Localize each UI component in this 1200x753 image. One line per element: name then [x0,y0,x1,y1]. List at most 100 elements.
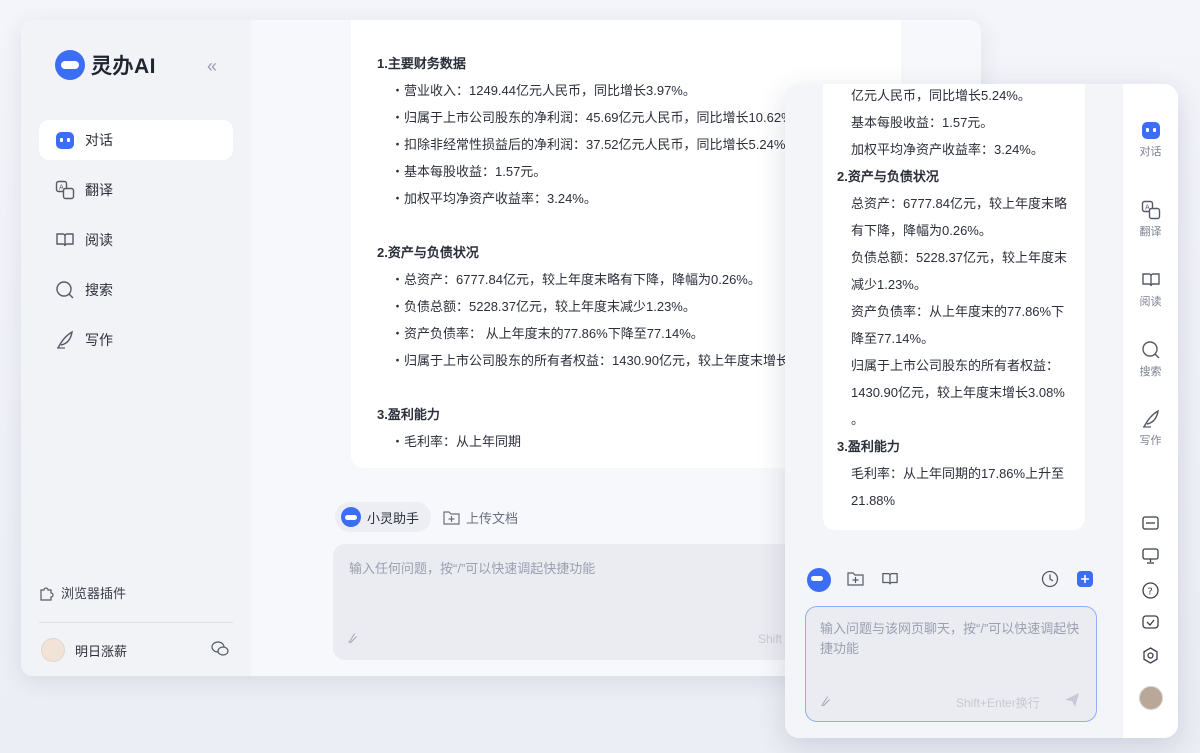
assistant-logo-icon [341,507,361,527]
rail-label: 写作 [1139,435,1162,447]
sidebar-item-translate[interactable]: A 翻译 [39,170,233,210]
rail-label: 阅读 [1139,296,1162,308]
text-line: 1430.90亿元，较上年度末增长3.08% [851,385,1065,400]
text-line: 。 [851,412,865,427]
svg-text:A: A [1145,204,1150,212]
history-icon[interactable] [1041,570,1059,588]
user-profile[interactable]: 明日涨薪 [41,638,127,662]
sidebar: 灵办AI « 对话 A 翻译 阅读 搜索 写作 浏览器插件 明日涨薪 [21,20,251,676]
upload-document-button[interactable]: 上传文档 [443,508,518,527]
puzzle-icon [39,585,55,601]
magic-wand-icon[interactable]: ⁄̷ [351,630,353,646]
text-line: ・基本每股收益：1.57元。 [391,164,547,179]
input-placeholder: 输入任何问题，按“/”可以快速调起快捷功能 [349,561,596,576]
answer-text: 1.主要财务数据・营业收入：1249.44亿元人民币，同比增长3.97%。・归属… [377,50,806,455]
folder-plus-icon[interactable] [847,571,864,586]
rail-label: 搜索 [1139,366,1162,378]
text-line: 有下降，降幅为0.26%。 [851,223,992,238]
sidebar-item-search[interactable]: 搜索 [39,270,233,310]
card-icon[interactable] [1123,516,1178,530]
text-line: 负债总额：5228.37亿元，较上年度末 [851,250,1067,265]
avatar [41,638,65,662]
side-chat-area: 亿元人民币，同比增长5.24%。 基本每股收益：1.57元。加权平均净资产收益率：… [785,84,1123,738]
section-heading: 2.资产与负债状况 [377,245,479,260]
assistant-logo-icon[interactable] [807,568,831,592]
feedback-icon[interactable] [1123,615,1178,631]
sidebar-item-label: 写作 [85,332,113,348]
side-panel-window: 亿元人民币，同比增长5.24%。 基本每股收益：1.57元。加权平均净资产收益率：… [785,84,1178,738]
book-icon[interactable] [881,571,899,587]
rail-item-chat[interactable]: 对话 [1123,120,1178,159]
rail-label: 翻译 [1139,226,1162,238]
section-heading: 2.资产与负债状况 [837,169,939,184]
assistant-selector[interactable]: 小灵助手 [335,502,432,532]
side-input-toolbar [807,568,1103,592]
logo-icon [55,50,85,80]
rail-item-search[interactable]: 搜索 [1123,340,1178,379]
text-line: 亿元人民币，同比增长5.24%。 [851,88,1031,103]
text-line: 毛利率：从上年同期的17.86%上升至 [851,466,1065,481]
text-line: ・加权平均净资产收益率：3.24%。 [391,191,597,206]
sidebar-item-chat[interactable]: 对话 [39,120,233,160]
chat-bot-icon [1141,120,1161,140]
rail-item-write[interactable]: 写作 [1123,409,1178,448]
section-heading: 3.盈利能力 [837,439,900,454]
send-icon[interactable] [1064,692,1080,708]
translate-icon: A [55,180,75,200]
book-icon [1141,270,1161,290]
side-answer-text: 亿元人民币，同比增长5.24%。 基本每股收益：1.57元。加权平均净资产收益率：… [837,84,1067,514]
text-line: ・负债总额：5228.37亿元，较上年度末减少1.23%。 [391,299,696,314]
rail-item-translate[interactable]: A 翻译 [1123,200,1178,239]
app-logo[interactable]: 灵办AI [55,50,156,80]
sidebar-item-label: 搜索 [85,282,113,298]
search-icon [1141,340,1161,360]
sidebar-item-write[interactable]: 写作 [39,320,233,360]
side-chat-input[interactable]: 输入问题与该网页聊天，按“/”可以快速调起快捷功能 ⁄̷ Shift+Enter… [805,606,1097,722]
rail-label: 对话 [1139,146,1162,158]
new-chat-icon[interactable] [1076,570,1094,588]
translate-icon: A [1141,200,1161,220]
assistant-label: 小灵助手 [367,510,420,526]
user-name: 明日涨薪 [75,643,128,659]
rail-item-read[interactable]: 阅读 [1123,270,1178,309]
plugin-label: 浏览器插件 [61,586,127,601]
side-rail: 对话 A 翻译 阅读 搜索 写作 ? [1123,84,1178,738]
text-line: ・归属于上市公司股东的净利润：45.69亿元人民币，同比增长10.62%。 [391,110,806,125]
avatar[interactable] [1123,686,1178,710]
svg-text:A: A [59,184,64,192]
section-heading: 1.主要财务数据 [377,56,466,71]
text-line: ・总资产：6777.84亿元，较上年度末略有下降，降幅为0.26%。 [391,272,761,287]
text-line: ・营业收入：1249.44亿元人民币，同比增长3.97%。 [391,83,696,98]
wechat-icon[interactable] [211,641,229,657]
input-toolbar: 小灵助手 上传文档 [335,502,518,532]
magic-wand-icon[interactable]: ⁄̷ [824,693,826,709]
svg-text:?: ? [1148,587,1153,598]
search-icon [55,280,75,300]
chat-bot-icon [55,130,75,150]
text-line: 加权平均净资产收益率：3.24%。 [851,142,1044,157]
settings-icon[interactable] [1123,647,1178,664]
side-input-placeholder: 输入问题与该网页聊天，按“/”可以快速调起快捷功能 [820,621,1080,656]
help-icon[interactable]: ? [1123,582,1178,599]
app-name: 灵办AI [91,55,156,78]
text-line: 资产负债率：从上年度末的77.86%下 [851,304,1065,319]
upload-label: 上传文档 [466,510,519,526]
section-heading: 3.盈利能力 [377,407,440,422]
quill-icon [1141,409,1161,429]
monitor-icon[interactable] [1123,548,1178,564]
collapse-sidebar-icon[interactable]: « [207,56,217,77]
browser-plugin-link[interactable]: 浏览器插件 [39,583,126,602]
sidebar-item-label: 对话 [85,132,113,148]
quill-icon [55,330,75,350]
text-line: 基本每股收益：1.57元。 [851,115,994,130]
text-line: 减少1.23%。 [851,277,927,292]
text-line: ・扣除非经常性损益后的净利润：37.52亿元人民币，同比增长5.24%。 [391,137,799,152]
sidebar-item-label: 阅读 [85,232,113,248]
text-line: 降至77.14%。 [851,331,935,346]
folder-plus-icon [443,510,460,525]
sidebar-nav: 对话 A 翻译 阅读 搜索 写作 [39,120,233,370]
sidebar-item-read[interactable]: 阅读 [39,220,233,260]
divider [39,622,233,623]
text-line: 归属于上市公司股东的所有者权益： [851,358,1060,373]
